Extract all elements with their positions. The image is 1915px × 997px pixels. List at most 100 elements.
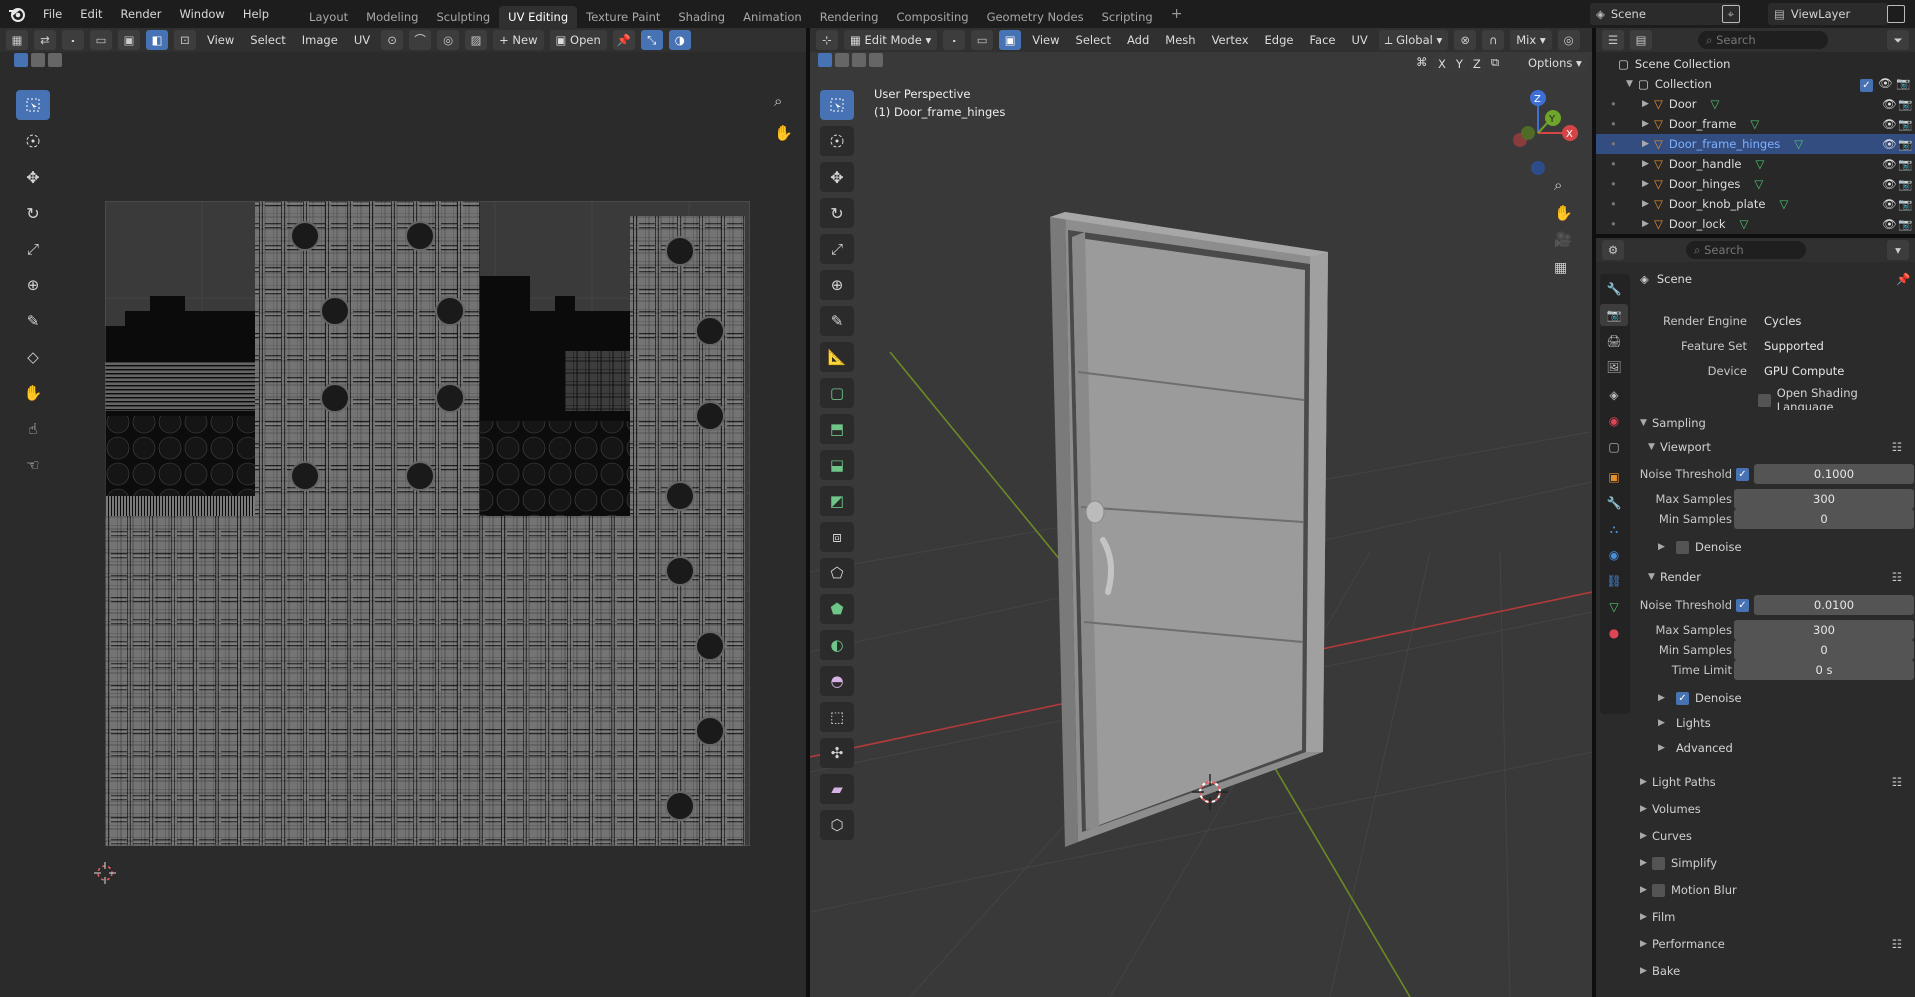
outliner-item[interactable]: • ▶ ▽ Door_lock ▽ 👁 📷 [1596,214,1915,234]
editor-type-icon[interactable]: ▦ [6,30,28,50]
osl-checkbox[interactable] [1758,393,1771,407]
proportional-edit-icon[interactable]: ◎ [437,30,460,50]
sampling-panel-header[interactable]: ▼ Sampling [1632,410,1912,436]
expand-icon[interactable]: ▶ [1642,119,1654,129]
vp-menu-view[interactable]: View [1027,33,1064,47]
vp-shrink-icon[interactable]: ✣ [820,738,854,768]
uv-menu-view[interactable]: View [202,33,239,47]
outliner-item[interactable]: • ▶ ▽ Door_handle ▽ 👁 📷 [1596,154,1915,174]
modifier-tab-icon[interactable]: 🔧 [1600,492,1628,514]
render-presets-icon[interactable]: ☷ [1892,570,1902,584]
outliner-editor-icon[interactable]: ☰ [1602,30,1624,50]
r-denoise-checkbox[interactable]: ✓ [1676,691,1689,705]
vp-menu-mesh[interactable]: Mesh [1160,33,1200,47]
r-time-limit-field[interactable]: 0 s [1734,660,1914,680]
mesh-data-icon[interactable]: ▽ [1794,137,1803,151]
render-visibility-icon[interactable]: 📷 [1898,177,1912,191]
tab-compositing[interactable]: Compositing [887,6,977,28]
zoom-icon[interactable]: ⌕ [774,92,782,110]
physics-tab-icon[interactable]: ◉ [1600,544,1628,566]
mesh-data-icon[interactable]: ▽ [1739,217,1748,231]
vp-inset-icon[interactable]: ⬓ [820,450,854,480]
tab-sculpting[interactable]: Sculpting [427,6,499,28]
vp-menu-select[interactable]: Select [1071,33,1116,47]
outliner-item[interactable]: • ▶ ▽ Door ▽ 👁 📷 [1596,94,1915,114]
relax-icon[interactable]: ☝ [16,414,50,444]
render-tab-icon[interactable]: 📷 [1600,304,1628,326]
render-engine-dropdown[interactable]: Cycles [1758,311,1915,331]
new-image-button[interactable]: + New [493,30,544,50]
vp-scale-icon[interactable]: ⤢ [820,234,854,264]
pivot-icon[interactable]: ⊙ [381,30,404,50]
visibility-icon[interactable]: 👁 [1882,197,1897,211]
uv-menu-select[interactable]: Select [245,33,290,47]
annotate-icon[interactable]: ✎ [16,306,50,336]
mesh-data-icon[interactable]: ▽ [1711,97,1720,111]
proportional-icon[interactable]: ◎ [1557,30,1580,50]
properties-editor-icon[interactable]: ⚙ [1602,240,1624,260]
scene-collection-row[interactable]: ▢ Scene Collection [1596,54,1915,74]
outliner-item[interactable]: • ▶ ▽ Door_frame ▽ 👁 📷 [1596,114,1915,134]
panel-header[interactable]: ▶ Performance ☷ [1632,931,1912,957]
vp-cursor-icon[interactable] [820,126,854,156]
panel-header[interactable]: ▶ Simplify [1632,850,1912,876]
overlay-icon[interactable]: ◑ [668,30,691,50]
vp-menu-add[interactable]: Add [1122,33,1154,47]
expand-icon[interactable]: ▶ [1642,159,1654,169]
expand-icon[interactable]: ▼ [1626,79,1638,89]
render-subpanel-header[interactable]: ▼ Render ☷ [1648,565,1912,589]
sync-selection-icon[interactable]: ⇄ [34,30,56,50]
cursor-icon[interactable] [16,126,50,156]
vp-rotate-icon[interactable]: ↻ [820,198,854,228]
menu-render[interactable]: Render [112,0,171,28]
menu-window[interactable]: Window [170,0,233,28]
vp-menu-face[interactable]: Face [1304,33,1340,47]
tab-scripting[interactable]: Scripting [1093,6,1162,28]
image-browse-icon[interactable]: ▨ [465,30,488,50]
open-image-button[interactable]: ▣ Open [549,30,607,50]
panel-presets-icon[interactable]: ☷ [1892,775,1902,789]
vertex-mode-icon[interactable]: ⬝ [943,30,966,50]
panel-header[interactable]: ▶ Curves [1632,823,1912,849]
uv-2d-cursor-icon[interactable] [94,862,116,887]
pivot-point-icon[interactable]: ⊗ [1454,30,1477,50]
scale-icon[interactable]: ⤢ [16,234,50,264]
tab-shading[interactable]: Shading [669,6,734,28]
r-denoise-subpanel[interactable]: ▶ ✓ Denoise [1658,691,1742,705]
outliner-item[interactable]: • ▶ ▽ Door_frame_hinges ▽ 👁 📷 [1596,134,1915,154]
render-visibility-icon[interactable]: 📷 [1898,137,1912,151]
vp-rip-icon[interactable]: ⬡ [820,810,854,840]
vp-denoise-subpanel[interactable]: ▶ Denoise [1658,540,1742,554]
rotate-icon[interactable]: ↻ [16,198,50,228]
vp-select-box-icon[interactable] [820,90,854,120]
visibility-icon[interactable]: 👁 [1882,137,1897,151]
menu-help[interactable]: Help [234,0,278,28]
outliner-search[interactable]: ⌕ Search [1698,31,1828,49]
render-visibility-icon[interactable]: 📷 [1898,97,1912,111]
snap-magnet-icon[interactable]: ∩ [1482,30,1505,50]
vp-move-icon[interactable]: ✥ [820,162,854,192]
vp-spin-icon[interactable]: ◐ [820,630,854,660]
vp-noise-threshold-field[interactable]: 0.1000 [1754,464,1914,484]
uv-menu-uv[interactable]: UV [349,33,375,47]
orientation-selector[interactable]: ⟂ Global ▾ [1378,30,1449,50]
r-noise-threshold-checkbox[interactable]: ✓ [1736,599,1749,612]
navigation-gizmo[interactable]: Z X Y [1498,88,1578,198]
vp-denoise-checkbox[interactable] [1676,540,1689,554]
context-pin-icon[interactable]: 📌 [1896,272,1910,286]
feature-set-dropdown[interactable]: Supported [1758,336,1915,356]
panel-presets-icon[interactable]: ☷ [1892,937,1902,951]
outliner-item[interactable]: • ▶ ▽ Door_hinges ▽ 👁 📷 [1596,174,1915,194]
pinch-icon[interactable]: ☜ [16,450,50,480]
vp-knife-icon[interactable]: ⬠ [820,558,854,588]
mode-selector[interactable]: ▦ Edit Mode ▾ [844,30,938,50]
viewport-scene[interactable] [810,52,1592,997]
blender-logo-icon[interactable] [0,0,34,28]
edge-mode-icon[interactable]: ▭ [971,30,994,50]
tab-rendering[interactable]: Rendering [811,6,888,28]
tab-modeling[interactable]: Modeling [357,6,427,28]
grab-icon[interactable]: ✋ [16,378,50,408]
world-tab-icon[interactable]: ◉ [1600,410,1628,432]
snap-icon[interactable]: ⌒ [409,30,432,50]
vp-zoom-icon[interactable]: ⌕ [1554,176,1562,194]
